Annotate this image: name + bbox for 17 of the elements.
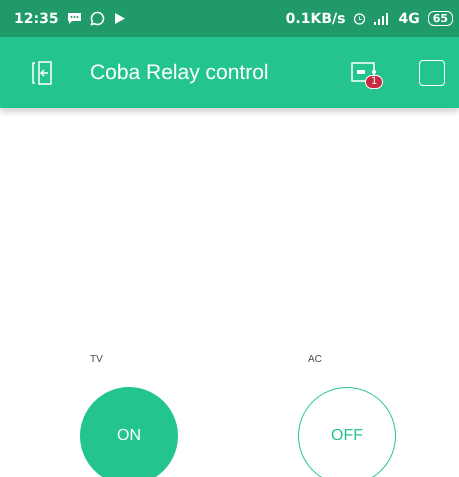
chat-icon bbox=[90, 11, 105, 26]
notification-badge: 1 bbox=[365, 74, 384, 88]
network-speed: 0.1KB/s bbox=[286, 10, 346, 26]
toggle-button[interactable]: ON bbox=[80, 387, 178, 477]
message-icon bbox=[66, 12, 82, 25]
exit-icon[interactable] bbox=[30, 60, 54, 86]
alarm-icon bbox=[353, 12, 366, 25]
signal-icon bbox=[374, 12, 390, 24]
clock: 12:35 bbox=[14, 10, 59, 26]
network-type: 4G bbox=[398, 10, 420, 26]
toggle-button[interactable]: OFF bbox=[298, 387, 396, 477]
widget-label: AC bbox=[308, 354, 323, 365]
app-title: Coba Relay control bbox=[90, 60, 269, 84]
battery-level: 65 bbox=[428, 11, 453, 26]
play-icon bbox=[112, 12, 126, 25]
widget-label: TV bbox=[90, 354, 104, 365]
square-icon[interactable] bbox=[419, 60, 445, 86]
